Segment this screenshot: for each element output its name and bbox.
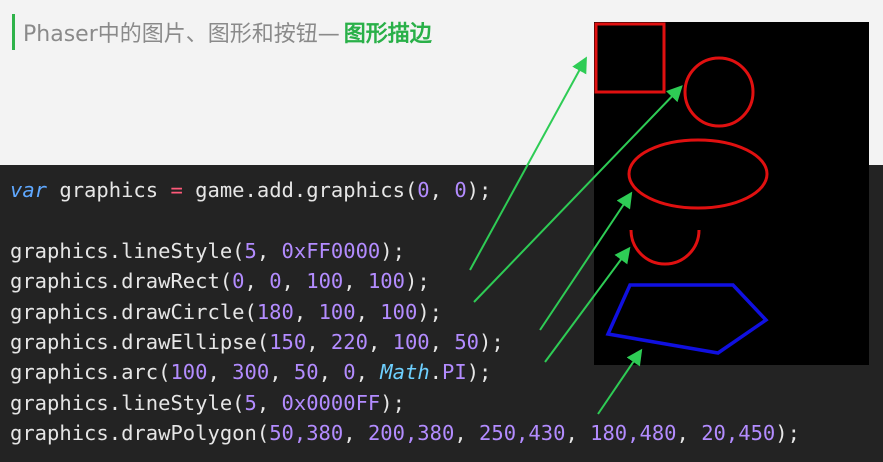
code-token: =	[170, 178, 183, 202]
code-token: 0	[417, 178, 430, 202]
code-token: 180,480	[590, 421, 677, 446]
code-token: ,	[318, 360, 344, 385]
slide: Phaser中的图片、图形和按钮— 图形描边 var graphics = ga…	[0, 0, 883, 462]
code-line-9: graphics.drawPolygon(50,380, 200,380, 25…	[10, 418, 800, 448]
code-token: 0	[454, 178, 467, 202]
code-token: );	[380, 390, 405, 415]
code-token: 50,380	[269, 421, 344, 446]
render-canvas-svg	[594, 22, 769, 355]
code-token: 0	[343, 360, 356, 385]
code-token: graphics	[47, 178, 171, 202]
code-token: graphics.drawPolygon(	[10, 421, 270, 446]
red-arc	[629, 229, 701, 266]
code-token: 200,380	[367, 421, 455, 446]
code-token: ,	[565, 421, 591, 446]
code-token: );	[380, 238, 405, 263]
code-token: graphics.lineStyle(	[10, 238, 245, 263]
blue-polygon	[605, 283, 769, 355]
code-token: );	[775, 421, 800, 446]
code-token: ,	[256, 390, 282, 415]
code-token: graphics.drawCircle(	[10, 299, 257, 324]
code-token: ,	[355, 299, 381, 324]
code-token: 100	[170, 360, 208, 385]
code-token: ,	[676, 421, 702, 446]
code-token: ,	[429, 178, 455, 202]
code-token: );	[466, 360, 492, 385]
code-line-8: graphics.lineStyle(5, 0x0000FF);	[10, 388, 800, 418]
code-token: ,	[429, 329, 455, 354]
code-token: 180	[256, 299, 294, 324]
code-token: PI	[442, 360, 467, 385]
code-token: 0xFF0000	[281, 238, 381, 263]
code-token: 220	[330, 329, 368, 354]
code-token: 100	[367, 269, 405, 294]
code-token: 50	[293, 360, 319, 385]
code-token: );	[417, 299, 442, 324]
code-token: var	[10, 178, 48, 202]
code-token: ,	[293, 299, 319, 324]
code-token: 0	[232, 269, 245, 294]
code-token: 20,450	[701, 421, 776, 446]
code-token: graphics.lineStyle(	[10, 390, 245, 415]
code-token: ,	[343, 269, 368, 294]
code-token: 5	[244, 390, 257, 415]
code-token: graphics.drawRect(	[10, 269, 233, 294]
render-canvas	[594, 22, 869, 365]
code-token: 100	[306, 269, 344, 294]
slide-title: Phaser中的图片、图形和按钮— 图形描边	[12, 14, 432, 50]
code-token: ,	[306, 329, 331, 354]
code-token: 100	[318, 299, 356, 324]
code-token: ,	[269, 360, 294, 385]
code-token: ,	[343, 421, 368, 446]
code-token: 100	[392, 329, 430, 354]
code-token: 150	[269, 329, 307, 354]
code-token: game.add.graphics(	[182, 178, 418, 202]
code-token: 0x0000FF	[281, 390, 381, 415]
code-token: Math	[380, 360, 430, 385]
code-token: );	[466, 178, 492, 202]
code-token: ,	[256, 238, 282, 263]
code-token: ,	[355, 360, 381, 385]
red-ellipse	[627, 138, 769, 210]
code-token: ,	[281, 269, 307, 294]
red-circle	[683, 56, 755, 128]
code-token: .	[429, 360, 443, 385]
title-main-text: Phaser中的图片、图形和按钮—	[23, 22, 340, 47]
code-token: );	[404, 269, 430, 294]
code-token: 300	[232, 360, 270, 385]
code-token: graphics.arc(	[10, 360, 171, 385]
code-token: 100	[380, 299, 418, 324]
code-token: ,	[367, 329, 393, 354]
code-token: graphics.drawEllipse(	[10, 329, 270, 354]
title-accent-text: 图形描边	[343, 22, 432, 47]
code-token: 5	[244, 238, 257, 263]
code-token: ,	[454, 421, 480, 446]
code-token: ,	[207, 360, 233, 385]
code-token: 50	[454, 329, 480, 354]
code-token: 250,430	[479, 421, 566, 446]
code-token: ,	[244, 269, 270, 294]
red-rectangle	[594, 22, 666, 94]
code-token: 0	[269, 269, 282, 294]
code-token: );	[479, 329, 504, 354]
